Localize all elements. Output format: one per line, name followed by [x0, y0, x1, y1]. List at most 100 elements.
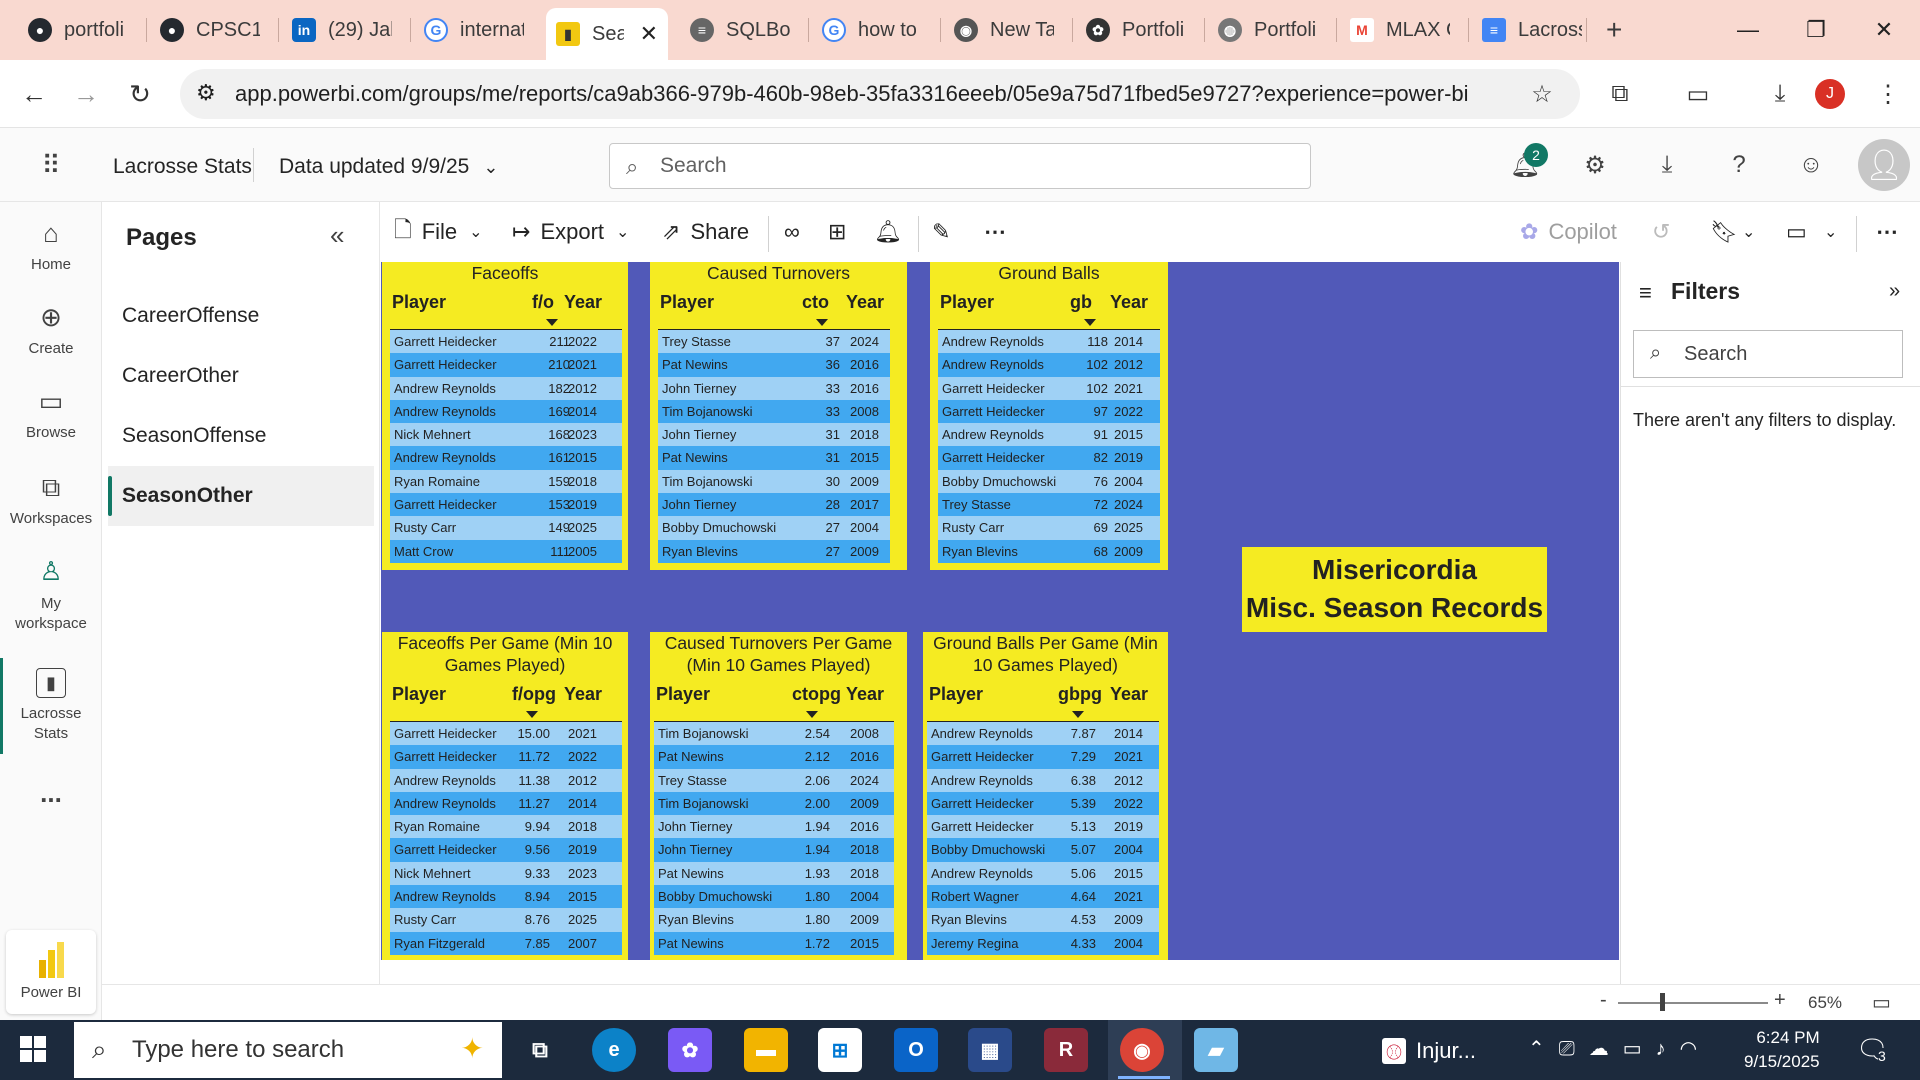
browser-tab[interactable]: ≡ SQLBol: [680, 10, 800, 50]
app-icon[interactable]: R: [1044, 1028, 1088, 1072]
sort-descending-icon[interactable]: [1084, 319, 1096, 326]
page-tab-seasonoffense[interactable]: SeasonOffense: [108, 406, 374, 466]
add-comment-icon[interactable]: ⊞: [828, 214, 846, 250]
browser-tab[interactable]: ◍ Portfoli: [1208, 10, 1328, 50]
browser-tab[interactable]: Ginternat: [414, 10, 534, 50]
table-row[interactable]: Ryan Romaine 159 2018: [390, 469, 622, 494]
browser-tab-active[interactable]: ▮ Sea ✕: [546, 8, 668, 60]
edge-icon[interactable]: e: [592, 1028, 636, 1072]
table-row[interactable]: Bobby Dmuchowski 27 2004: [658, 516, 890, 540]
powerbi-switcher[interactable]: Power BI: [6, 930, 96, 1014]
column-header-stat[interactable]: gb: [1070, 292, 1092, 313]
export-menu-button[interactable]: ↦ Export ⌄: [512, 214, 629, 250]
browser-tab[interactable]: ●CPSC10: [150, 10, 270, 50]
table-visual[interactable]: Ground Balls Per Game (Min 10 Games Play…: [923, 632, 1168, 960]
filters-search-input[interactable]: ⌕ Search: [1633, 330, 1903, 378]
table-row[interactable]: Garrett Heidecker 211 2022: [390, 330, 622, 354]
table-row[interactable]: Andrew Reynolds 169 2014: [390, 399, 622, 424]
browser-tab[interactable]: ● portfoli: [18, 10, 138, 50]
table-row[interactable]: Ryan Blevins 4.53 2009: [927, 908, 1159, 932]
outlook-icon[interactable]: O: [894, 1028, 938, 1072]
table-row[interactable]: Garrett Heidecker 5.39 2022: [927, 791, 1159, 816]
table-row[interactable]: Andrew Reynolds 182 2012: [390, 376, 622, 400]
share-button[interactable]: ⇗ Share: [662, 214, 749, 250]
task-view-icon[interactable]: ⧉: [518, 1028, 562, 1072]
table-row[interactable]: John Tierney 33 2016: [658, 376, 890, 400]
taskbar-clock[interactable]: 6:24 PM 9/15/2025: [1744, 1026, 1820, 1074]
browser-menu-icon[interactable]: ⋮: [1868, 74, 1908, 114]
calculator-grid-icon[interactable]: ▦: [968, 1028, 1012, 1072]
browser-tab[interactable]: in(29) Jak: [282, 10, 402, 50]
table-row[interactable]: Garrett Heidecker 7.29 2021: [927, 745, 1159, 769]
browser-tab[interactable]: ✿ Portfoli: [1076, 10, 1196, 50]
column-header-year[interactable]: Year: [1110, 684, 1148, 705]
table-row[interactable]: Ryan Blevins 27 2009: [658, 539, 890, 563]
table-row[interactable]: Ryan Fitzgerald 7.85 2007: [390, 931, 622, 955]
file-menu-button[interactable]: 🗋︎ File ⌄: [394, 214, 483, 250]
alert-bell-icon[interactable]: 🔔︎: [874, 214, 902, 250]
windows-start-icon[interactable]: [20, 1036, 46, 1062]
table-row[interactable]: Andrew Reynolds 8.94 2015: [390, 885, 622, 909]
site-info-icon[interactable]: ⚙: [196, 80, 216, 106]
table-visual[interactable]: Caused Turnovers Player cto Year Trey Stasse…: [650, 262, 907, 570]
browser-tab[interactable]: MMLAX C: [1340, 10, 1460, 50]
zoom-out-button[interactable]: -: [1600, 989, 1607, 1012]
table-row[interactable]: Trey Stasse 72 2024: [938, 493, 1160, 517]
table-row[interactable]: Tim Bojanowski 2.00 2009: [654, 791, 894, 816]
nav-more[interactable]: ...: [0, 778, 102, 809]
chrome-taskbar-icon[interactable]: ◉: [1120, 1028, 1164, 1072]
file-explorer-icon[interactable]: ▬: [744, 1028, 788, 1072]
table-row[interactable]: Pat Newins 31 2015: [658, 446, 890, 470]
news-widget[interactable]: ⚾︎ Injur...: [1382, 1038, 1476, 1064]
table-row[interactable]: Pat Newins 2.12 2016: [654, 745, 894, 769]
view-icon[interactable]: ▭: [1786, 214, 1807, 250]
profile-avatar[interactable]: J: [1815, 79, 1845, 109]
table-row[interactable]: Pat Newins 36 2016: [658, 353, 890, 377]
zoom-slider[interactable]: [1618, 1002, 1768, 1004]
user-avatar[interactable]: 👤︎: [1858, 139, 1910, 191]
table-row[interactable]: Bobby Dmuchowski 76 2004: [938, 469, 1160, 494]
cast-icon[interactable]: ▭: [1678, 74, 1718, 114]
table-row[interactable]: John Tierney 28 2017: [658, 493, 890, 517]
table-row[interactable]: Pat Newins 1.93 2018: [654, 861, 894, 886]
table-row[interactable]: Robert Wagner 4.64 2021: [927, 885, 1159, 909]
nav-lacrosse-stats[interactable]: ▮ Lacrosse Stats: [0, 668, 102, 744]
table-row[interactable]: Bobby Dmuchowski 1.80 2004: [654, 885, 894, 909]
table-row[interactable]: Garrett Heidecker 5.13 2019: [927, 815, 1159, 839]
table-row[interactable]: Trey Stasse 37 2024: [658, 330, 890, 354]
bookmark-icon[interactable]: 🔖︎: [1710, 214, 1738, 250]
sort-descending-icon[interactable]: [526, 711, 538, 718]
table-row[interactable]: Tim Bojanowski 33 2008: [658, 399, 890, 424]
table-row[interactable]: Garrett Heidecker 102 2021: [938, 376, 1160, 400]
table-row[interactable]: Andrew Reynolds 5.06 2015: [927, 861, 1159, 886]
table-row[interactable]: Garrett Heidecker 153 2019: [390, 493, 622, 517]
store-icon[interactable]: ⊞: [818, 1028, 862, 1072]
data-updated-dropdown[interactable]: Data updated 9/9/25 ⌄: [279, 155, 498, 179]
column-header-year[interactable]: Year: [564, 684, 602, 705]
zoom-in-button[interactable]: +: [1774, 989, 1786, 1012]
table-row[interactable]: Bobby Dmuchowski 5.07 2004: [927, 838, 1159, 862]
table-row[interactable]: Andrew Reynolds 7.87 2014: [927, 722, 1159, 746]
table-row[interactable]: Andrew Reynolds 118 2014: [938, 330, 1160, 354]
column-header-year[interactable]: Year: [846, 684, 884, 705]
table-row[interactable]: Ryan Blevins 68 2009: [938, 539, 1160, 563]
nav-my-workspace[interactable]: ♙ My workspace: [0, 554, 102, 634]
more-options-icon[interactable]: ⋯: [1876, 214, 1898, 250]
table-row[interactable]: Andrew Reynolds 11.38 2012: [390, 768, 622, 792]
sort-descending-icon[interactable]: [806, 711, 818, 718]
global-search-input[interactable]: ⌕ Search: [609, 143, 1311, 189]
nav-home[interactable]: ⌂ Home: [0, 216, 102, 273]
column-header-year[interactable]: Year: [1110, 292, 1148, 313]
extensions-icon[interactable]: ⧉: [1600, 74, 1640, 114]
column-header-player[interactable]: Player: [940, 292, 994, 313]
table-row[interactable]: Matt Crow 111 2005: [390, 539, 622, 563]
minimize-icon[interactable]: —: [1714, 0, 1782, 60]
edit-pencil-icon[interactable]: ✎: [932, 214, 950, 250]
table-row[interactable]: Garrett Heidecker 9.56 2019: [390, 838, 622, 862]
help-icon[interactable]: ?: [1722, 148, 1756, 182]
sort-descending-icon[interactable]: [816, 319, 828, 326]
forward-icon[interactable]: →: [66, 74, 106, 114]
fit-to-page-icon[interactable]: ▭: [1872, 990, 1891, 1015]
table-row[interactable]: Trey Stasse 2.06 2024: [654, 768, 894, 792]
url-input[interactable]: ⚙ app.powerbi.com/groups/me/reports/ca9a…: [180, 69, 1580, 119]
